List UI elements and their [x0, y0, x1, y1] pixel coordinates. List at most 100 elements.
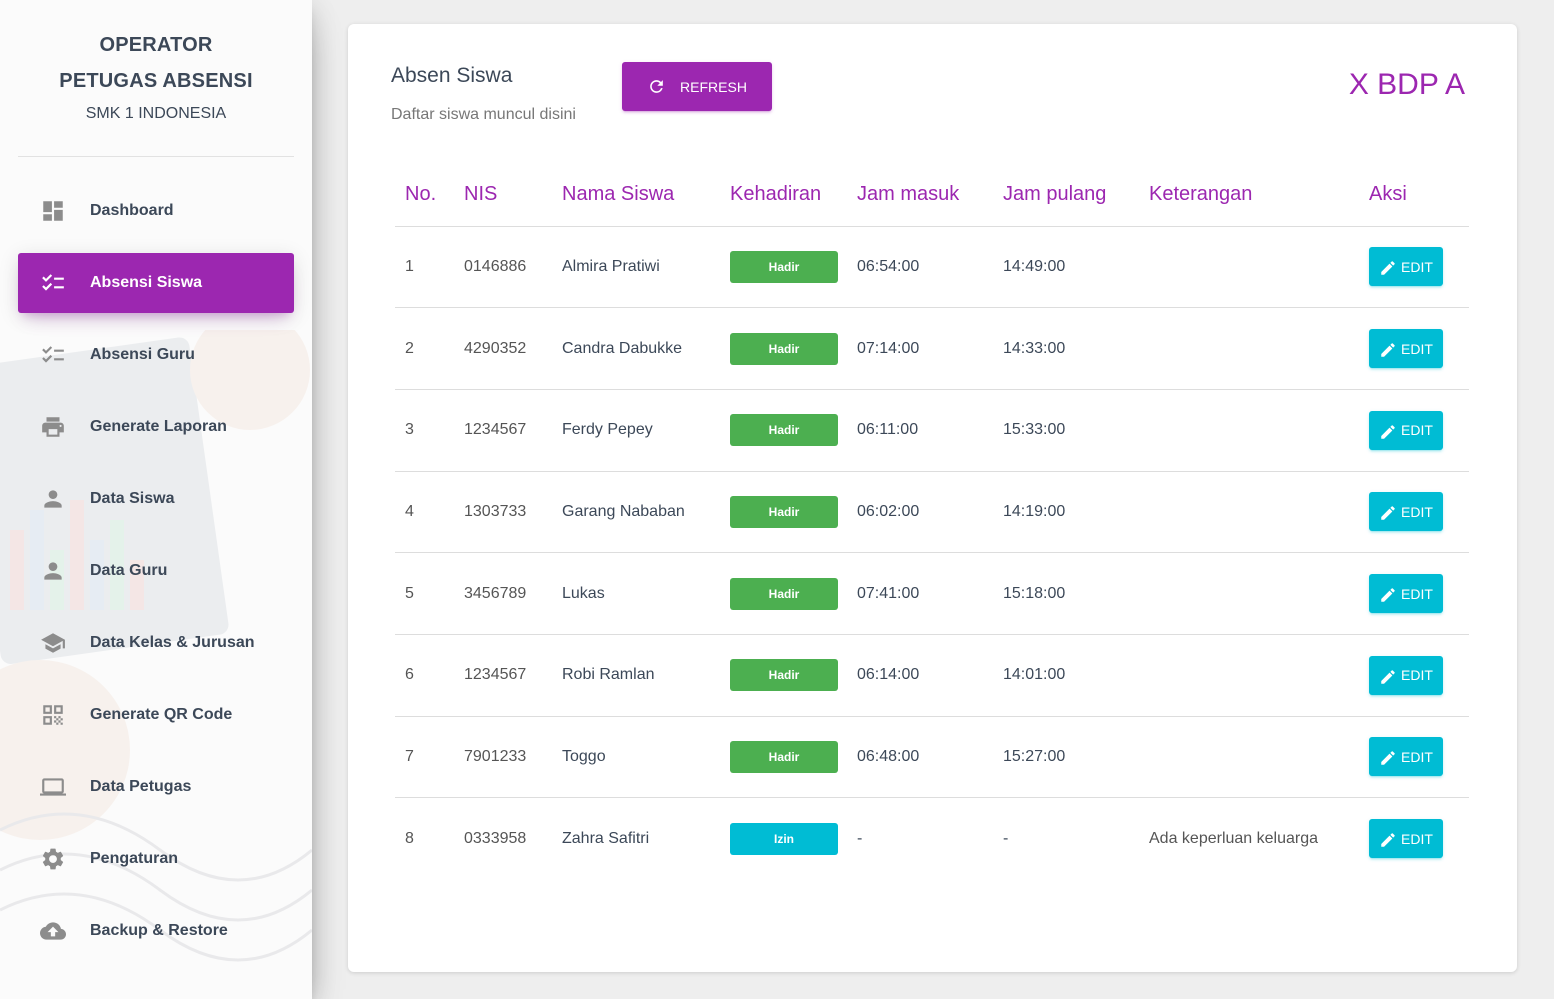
- cell-action: EDIT: [1359, 716, 1469, 799]
- person-icon: [38, 484, 68, 514]
- status-badge: Izin: [730, 822, 838, 855]
- cell-time-in: 06:54:00: [847, 226, 993, 309]
- sidebar-item-label: Absensi Guru: [90, 346, 195, 363]
- cell-time-out: 14:01:00: [993, 634, 1139, 717]
- status-badge: Hadir: [730, 414, 838, 447]
- gear-icon: [38, 844, 68, 874]
- refresh-icon: [650, 80, 663, 93]
- edit-button-label: EDIT: [1401, 503, 1433, 520]
- column-header-note: Keterangan: [1139, 164, 1359, 227]
- cell-note: [1139, 307, 1359, 390]
- cell-name: Zahra Safitri: [562, 829, 650, 847]
- table-row: 3 1234567 Ferdy Pepey Hadir 06:11:00 15:…: [395, 389, 1469, 472]
- pencil-icon: [1381, 261, 1395, 276]
- sidebar-item-data-siswa[interactable]: Data Siswa: [18, 469, 294, 529]
- sidebar-item-label: Pengaturan: [90, 850, 179, 867]
- sidebar-item-label: Dashboard: [90, 202, 174, 219]
- edit-button[interactable]: EDIT: [1369, 247, 1443, 287]
- sidebar-item-label: Data Siswa: [90, 490, 175, 507]
- edit-button[interactable]: EDIT: [1369, 819, 1443, 859]
- person-icon: [38, 556, 68, 586]
- checklist-icon: [38, 268, 68, 298]
- sidebar-header: OPERATOR PETUGAS ABSENSI SMK 1 INDONESIA: [0, 0, 312, 157]
- sidebar-item-label: Absensi Siswa: [90, 274, 203, 291]
- edit-button[interactable]: EDIT: [1369, 737, 1443, 777]
- cell-time-in: 06:14:00: [847, 634, 993, 717]
- pencil-icon: [1381, 751, 1395, 766]
- cell-nis: 7901233: [454, 716, 552, 799]
- cell-note: Ada keperluan keluarga: [1149, 829, 1319, 847]
- edit-button[interactable]: EDIT: [1369, 655, 1443, 695]
- cell-time-in: 07:41:00: [847, 552, 993, 635]
- cell-time-out: 14:33:00: [993, 307, 1139, 390]
- sidebar-item-label: Backup & Restore: [90, 922, 228, 939]
- pencil-icon: [1381, 833, 1395, 848]
- cell-attendance: Hadir: [720, 471, 847, 554]
- cell-note: [1139, 471, 1359, 554]
- cell-nis: 1303733: [454, 471, 552, 554]
- edit-button[interactable]: EDIT: [1369, 329, 1443, 369]
- cell-time-out: 14:19:00: [993, 471, 1139, 554]
- cell-no: 8: [405, 829, 414, 847]
- cell-time-out: 15:18:00: [993, 552, 1139, 635]
- sidebar-item-data-kelas-jurusan[interactable]: Data Kelas & Jurusan: [18, 613, 294, 673]
- pencil-icon: [1381, 424, 1395, 439]
- edit-button-label: EDIT: [1401, 585, 1433, 602]
- cell-time-out: -: [1003, 829, 1009, 847]
- cell-attendance: Hadir: [720, 307, 847, 390]
- refresh-button[interactable]: REFRESH: [622, 62, 772, 111]
- status-badge: Hadir: [730, 659, 838, 692]
- sidebar-item-absensi-guru[interactable]: Absensi Guru: [18, 325, 294, 385]
- column-header-time-out: Jam pulang: [993, 164, 1139, 227]
- table-row: 1 0146886 Almira Pratiwi Hadir 06:54:00 …: [395, 226, 1469, 309]
- sidebar-item-generate-qr-code[interactable]: Generate QR Code: [18, 685, 294, 745]
- edit-button-label: EDIT: [1401, 258, 1433, 275]
- sidebar-item-pengaturan[interactable]: Pengaturan: [18, 829, 294, 889]
- pencil-icon: [1381, 343, 1395, 357]
- cell-action: EDIT: [1359, 389, 1469, 472]
- cell-name: Ferdy Pepey: [552, 389, 720, 472]
- sidebar-divider: [18, 156, 294, 157]
- cell-no: 3: [395, 389, 454, 472]
- cell-note: [1139, 226, 1359, 309]
- sidebar-item-data-petugas[interactable]: Data Petugas: [18, 757, 294, 817]
- cell-action: EDIT: [1359, 634, 1469, 717]
- cell-name: Lukas: [552, 552, 720, 635]
- column-header-time-in: Jam masuk: [847, 164, 993, 227]
- pencil-icon: [1381, 588, 1395, 602]
- cell-attendance: Hadir: [720, 226, 847, 309]
- attendance-table-wrapper: No. NIS Nama Siswa Kehadiran Jam masuk J…: [395, 164, 1469, 880]
- cell-time-out: 15:33:00: [993, 389, 1139, 472]
- cell-attendance: Izin: [720, 798, 847, 880]
- table-row: 8 0333958 Zahra Safitri Izin - - Ada kep…: [395, 798, 1469, 880]
- sidebar-item-absensi-siswa[interactable]: Absensi Siswa: [18, 253, 294, 313]
- cell-action: EDIT: [1359, 552, 1469, 635]
- table-header-row: No. NIS Nama Siswa Kehadiran Jam masuk J…: [395, 164, 1469, 227]
- status-badge: Hadir: [730, 250, 838, 283]
- checklist-icon: [38, 340, 68, 370]
- cell-time-in: 06:11:00: [847, 389, 993, 472]
- school-name: SMK 1 INDONESIA: [85, 105, 227, 122]
- sidebar-item-dashboard[interactable]: Dashboard: [18, 181, 294, 241]
- cell-note: [1139, 634, 1359, 717]
- cell-action: EDIT: [1359, 307, 1469, 390]
- column-header-no: No.: [395, 164, 454, 227]
- cell-time-in: 07:14:00: [847, 307, 993, 390]
- sidebar-item-label: Generate Laporan: [90, 418, 227, 435]
- sidebar-item-data-guru[interactable]: Data Guru: [18, 541, 294, 601]
- cell-attendance: Hadir: [720, 389, 847, 472]
- edit-button[interactable]: EDIT: [1369, 492, 1443, 532]
- sidebar-item-backup-restore[interactable]: Backup & Restore: [18, 901, 294, 961]
- column-header-nis: NIS: [454, 164, 552, 227]
- refresh-button-label: REFRESH: [680, 78, 747, 95]
- edit-button-label: EDIT: [1401, 667, 1433, 684]
- pencil-icon: [1381, 506, 1395, 521]
- sidebar-item-label: Data Petugas: [90, 778, 192, 795]
- table-body: 1 0146886 Almira Pratiwi Hadir 06:54:00 …: [395, 226, 1469, 880]
- edit-button[interactable]: EDIT: [1369, 574, 1443, 614]
- cell-name: Candra Dabukke: [552, 307, 720, 390]
- table-row: 6 1234567 Robi Ramlan Hadir 06:14:00 14:…: [395, 634, 1469, 717]
- sidebar-item-generate-laporan[interactable]: Generate Laporan: [18, 397, 294, 457]
- cell-name: Toggo: [552, 716, 720, 799]
- edit-button[interactable]: EDIT: [1369, 410, 1443, 450]
